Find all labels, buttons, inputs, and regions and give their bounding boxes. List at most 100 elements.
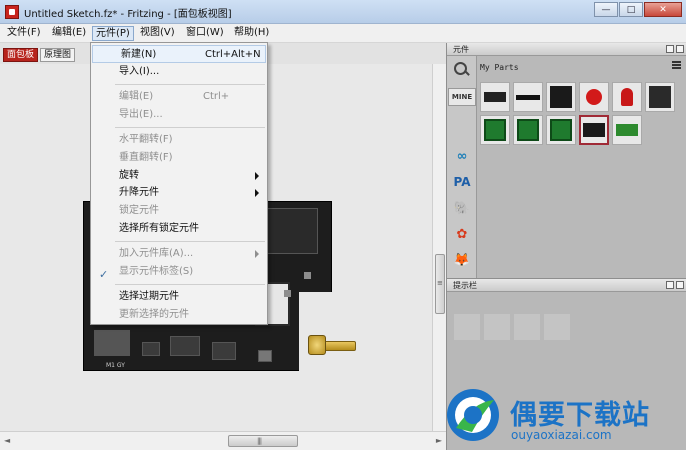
panel-controls (666, 45, 684, 53)
bin-tab-arduino[interactable]: ∞ (451, 146, 473, 166)
bin-tab-fox[interactable]: 🦊 (451, 250, 473, 270)
part-tile[interactable] (546, 82, 576, 112)
part-pcb-icon (517, 119, 539, 141)
watermark-url: ouyaoxiazai.com (511, 428, 612, 442)
part-tile[interactable] (480, 82, 510, 112)
menu-view[interactable]: 视图(V) (137, 26, 178, 41)
title-bar: Untitled Sketch.fz* - Fritzing - [面包板视图]… (0, 0, 686, 24)
pcb-chip (170, 336, 200, 356)
tab-schematic[interactable]: 原理图 (40, 48, 76, 62)
pcb-pad (284, 290, 291, 297)
menu-edit[interactable]: 编辑(E) (49, 26, 89, 41)
part-board-icon (583, 123, 605, 137)
menu-item-add-to-bin[interactable]: 加入元件库(A)... (91, 245, 267, 263)
bin-tab-elephant[interactable]: 🐘 (451, 198, 473, 218)
maximize-button[interactable]: □ (619, 2, 643, 17)
menu-item-show-labels[interactable]: ✓ 显示元件标签(S) (91, 263, 267, 281)
float-panel-button[interactable] (666, 45, 674, 53)
panel-controls (666, 281, 684, 289)
watermark-logo-icon (447, 389, 499, 441)
menu-item-label: 选择过期元件 (119, 291, 179, 302)
menu-separator (115, 127, 265, 128)
part-tile-selected[interactable] (579, 115, 609, 145)
horizontal-scroll-thumb[interactable]: ||| (228, 435, 298, 447)
submenu-arrow-icon (255, 189, 259, 197)
part-led-icon (621, 88, 633, 106)
pcb-pad (304, 272, 311, 279)
horizontal-scrollbar[interactable]: ◄ ||| ► (0, 431, 446, 450)
menu-item-export[interactable]: 导出(E)... (91, 106, 267, 124)
menu-item-lock-part[interactable]: 锁定元件 (91, 202, 267, 220)
float-panel-button[interactable] (666, 281, 674, 289)
menu-window[interactable]: 窗口(W) (183, 26, 227, 41)
antenna-connector[interactable] (308, 335, 356, 355)
menu-file[interactable]: 文件(F) (4, 26, 44, 41)
checkmark-icon: ✓ (99, 268, 109, 281)
part-tile[interactable] (480, 115, 510, 145)
close-panel-button[interactable] (676, 281, 684, 289)
menu-item-label: 显示元件标签(S) (119, 266, 194, 277)
menu-item-import[interactable]: 导入(I)... (91, 63, 267, 81)
pcb-chip (142, 342, 160, 356)
hint-slot (454, 314, 480, 340)
scroll-left-icon[interactable]: ◄ (4, 436, 10, 445)
part-header-icon (484, 92, 506, 102)
menu-item-select-locked[interactable]: 选择所有锁定元件 (91, 220, 267, 238)
scroll-grip-icon: ||| (257, 437, 262, 445)
parts-panel: 元件 MINE ∞ PA 🐘 ✿ 🦊 My Parts (446, 43, 686, 278)
parts-panel-header: 元件 (447, 43, 686, 56)
menu-item-shortcut: Ctrl+ (203, 91, 230, 102)
menu-item-label: 选择所有锁定元件 (119, 223, 199, 234)
part-tile[interactable] (546, 115, 576, 145)
menu-item-new[interactable]: 新建(N) Ctrl+Alt+N (92, 45, 266, 63)
bin-tab-flower[interactable]: ✿ (451, 224, 473, 244)
pcb-capacitor (94, 330, 130, 356)
close-button[interactable]: ✕ (644, 2, 682, 17)
window-controls: — □ ✕ (594, 2, 682, 17)
close-panel-button[interactable] (676, 45, 684, 53)
menu-item-rotate[interactable]: 旋转 (91, 167, 267, 185)
menu-item-label: 导出(E)... (119, 109, 163, 120)
pcb-silkscreen-label: M1 GY (106, 362, 125, 369)
menu-item-edit[interactable]: 编辑(E) Ctrl+ (91, 88, 267, 106)
bin-tab-pa[interactable]: PA (451, 172, 473, 192)
part-tile[interactable] (645, 82, 675, 112)
bin-tab-mine[interactable]: MINE (448, 88, 476, 106)
pcb-cutout (299, 292, 332, 372)
bin-menu-icon[interactable] (672, 61, 681, 69)
vertical-scroll-thumb[interactable]: ≡ (435, 254, 445, 314)
hint-panel-title: 提示栏 (453, 281, 477, 290)
menu-item-flip-vertical[interactable]: 垂直翻转(F) (91, 149, 267, 167)
part-tile[interactable] (579, 82, 609, 112)
window-title: Untitled Sketch.fz* - Fritzing - [面包板视图] (24, 9, 232, 20)
search-icon[interactable] (452, 60, 470, 78)
pcb-chip (258, 350, 272, 362)
menu-part[interactable]: 元件(P) (92, 26, 134, 41)
menu-item-raise-lower[interactable]: 升降元件 (91, 184, 267, 202)
menu-item-update-selected[interactable]: 更新选择的元件 (91, 306, 267, 324)
minimize-button[interactable]: — (594, 2, 618, 17)
menu-item-shortcut: Ctrl+Alt+N (205, 49, 261, 60)
part-menu-dropdown: 新建(N) Ctrl+Alt+N 导入(I)... 编辑(E) Ctrl+ 导出… (90, 42, 268, 325)
part-module-icon (550, 86, 572, 108)
submenu-arrow-icon (255, 172, 259, 180)
menu-bar: 文件(F) 编辑(E) 元件(P) 视图(V) 窗口(W) 帮助(H) (0, 24, 686, 43)
part-tile[interactable] (612, 82, 642, 112)
menu-item-flip-horizontal[interactable]: 水平翻转(F) (91, 131, 267, 149)
bin-tabs: MINE ∞ PA 🐘 ✿ 🦊 (447, 56, 477, 278)
menu-item-select-obsolete[interactable]: 选择过期元件 (91, 288, 267, 306)
hint-slot (544, 314, 570, 340)
part-button-icon (586, 89, 602, 105)
part-tile[interactable] (612, 115, 642, 145)
hint-panel-header: 提示栏 (447, 279, 686, 292)
view-tabs: 面包板 原理图 (3, 48, 76, 62)
part-tile[interactable] (513, 82, 543, 112)
menu-help[interactable]: 帮助(H) (231, 26, 272, 41)
vertical-scrollbar[interactable]: ≡ (432, 64, 446, 431)
tab-breadboard[interactable]: 面包板 (3, 48, 39, 62)
part-tile[interactable] (513, 115, 543, 145)
scroll-grip-icon: ≡ (437, 279, 443, 287)
menu-item-label: 加入元件库(A)... (119, 248, 194, 259)
menu-item-label: 锁定元件 (119, 205, 159, 216)
part-pcb-icon (550, 119, 572, 141)
